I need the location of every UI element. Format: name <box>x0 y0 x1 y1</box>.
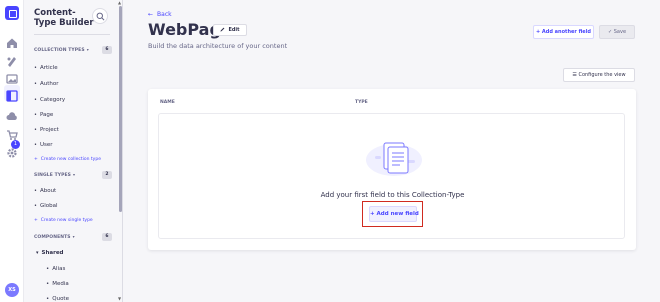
component-group-shared[interactable]: Shared <box>36 250 64 256</box>
back-link[interactable]: Back <box>148 11 172 18</box>
scroll-up-arrow-icon[interactable]: ▲ <box>118 0 121 5</box>
sidebar-item-alias[interactable]: Alias <box>46 266 65 272</box>
sidebar-item-media[interactable]: Media <box>46 281 69 287</box>
fields-table-card: NAME TYPE Add your first field to this C… <box>148 89 636 250</box>
configure-view-button[interactable]: ☰ Configure the view <box>563 68 635 82</box>
media-library-icon[interactable] <box>6 70 18 84</box>
content-type-panel: Content-Type Builder COLLECTION TYPES ▾ 6… <box>24 0 123 302</box>
create-collection-type-link[interactable]: Create new collection type <box>34 157 101 162</box>
notification-badge: 1 <box>11 140 20 149</box>
scrollbar-thumb[interactable] <box>119 6 122 212</box>
scroll-down-arrow-icon[interactable]: ▼ <box>118 296 121 301</box>
user-avatar[interactable]: XS <box>5 283 19 297</box>
content-manager-icon[interactable] <box>6 52 18 67</box>
save-button[interactable]: ✓ Save <box>599 25 635 39</box>
sidebar-item-user[interactable]: User <box>34 142 53 148</box>
add-new-field-button[interactable]: + Add new field <box>369 206 419 222</box>
sidebar-item-author[interactable]: Author <box>34 81 59 87</box>
edit-button[interactable]: Edit <box>213 24 247 36</box>
create-single-type-link[interactable]: Create new single type <box>34 218 93 223</box>
chevron-down-icon: ▾ <box>86 47 89 52</box>
cloud-icon[interactable] <box>6 108 18 120</box>
collection-types-header[interactable]: COLLECTION TYPES ▾ <box>34 47 89 53</box>
sidebar-item-about[interactable]: About <box>34 188 56 194</box>
sidebar-item-global[interactable]: Global <box>34 203 58 209</box>
empty-state-text: Add your first field to this Collection-… <box>320 191 465 199</box>
marketplace-icon[interactable] <box>6 126 18 140</box>
search-button[interactable] <box>92 8 108 24</box>
sidebar-item-article[interactable]: Article <box>34 65 58 71</box>
main-nav-rail: 1 XS <box>0 0 24 302</box>
panel-title: Content-Type Builder <box>34 8 94 28</box>
single-types-header[interactable]: SINGLE TYPES ▾ <box>34 172 75 178</box>
empty-state: Add your first field to this Collection-… <box>158 113 625 239</box>
pencil-icon <box>220 27 225 32</box>
home-icon[interactable] <box>6 34 18 48</box>
column-header-name: NAME <box>160 100 175 105</box>
collection-types-count: 6 <box>102 46 112 54</box>
content-type-builder-icon[interactable] <box>4 85 20 102</box>
strapi-logo-icon[interactable] <box>5 6 19 20</box>
add-another-field-button[interactable]: + Add another field <box>533 25 594 39</box>
panel-scrollbar[interactable]: ▲ ▼ <box>118 0 123 302</box>
column-header-type: TYPE <box>355 100 368 105</box>
sidebar-item-project[interactable]: Project <box>34 127 59 133</box>
sidebar-item-category[interactable]: Category <box>34 97 65 103</box>
search-icon <box>96 12 105 21</box>
sidebar-item-quote[interactable]: Quote <box>46 296 69 302</box>
chevron-down-icon: ▾ <box>73 172 76 177</box>
components-count: 6 <box>102 233 112 241</box>
empty-document-illustration-icon <box>366 142 422 176</box>
sidebar-item-page[interactable]: Page <box>34 112 53 118</box>
components-header[interactable]: COMPONENTS ▾ <box>34 234 75 240</box>
page-subtitle: Build the data architecture of your cont… <box>148 42 288 50</box>
chevron-down-icon: ▾ <box>72 234 75 239</box>
divider <box>34 34 110 35</box>
single-types-count: 2 <box>102 171 112 179</box>
